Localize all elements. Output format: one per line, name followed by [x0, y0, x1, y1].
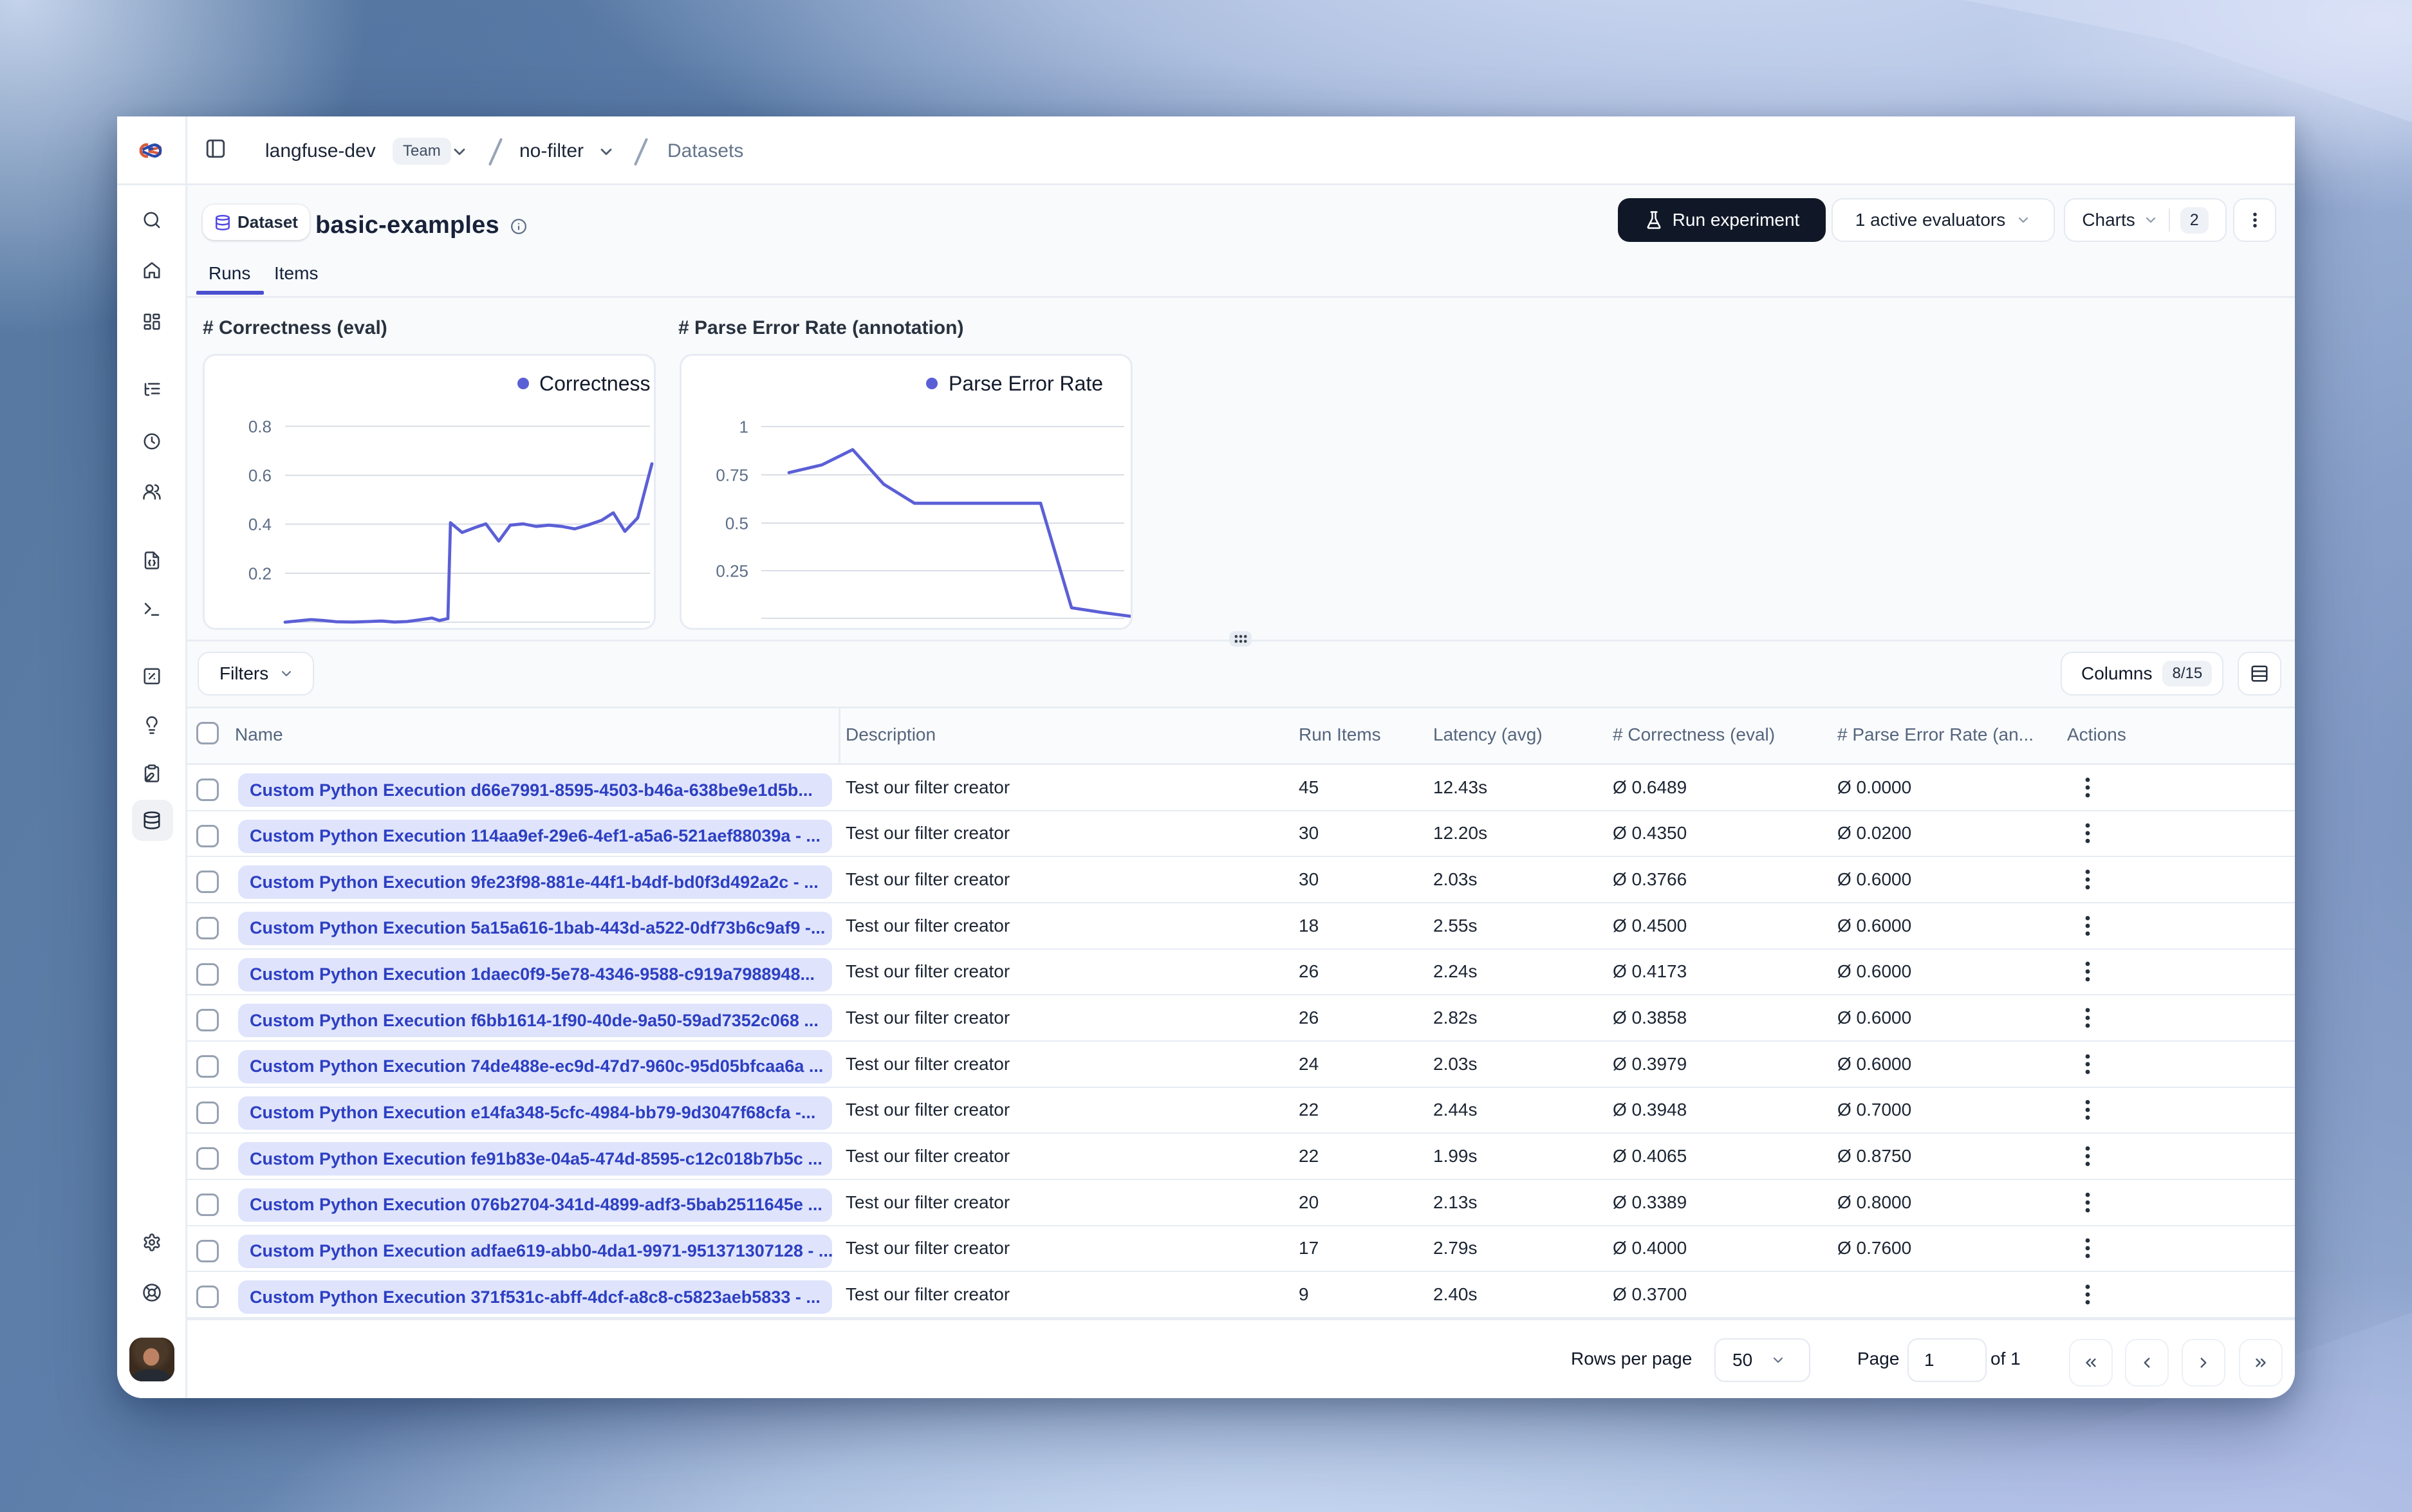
svg-text:0.75: 0.75	[716, 465, 748, 484]
svg-text:0.25: 0.25	[716, 561, 748, 580]
svg-text:0.4: 0.4	[248, 515, 272, 534]
svg-text:1: 1	[739, 417, 748, 436]
svg-text:0.8: 0.8	[248, 417, 272, 436]
svg-text:Parse Error Rate: Parse Error Rate	[949, 372, 1103, 395]
svg-text:0.5: 0.5	[725, 513, 748, 533]
svg-text:0.6: 0.6	[248, 466, 272, 485]
svg-text:0.2: 0.2	[248, 564, 272, 583]
svg-text:Correctness: Correctness	[539, 372, 651, 395]
